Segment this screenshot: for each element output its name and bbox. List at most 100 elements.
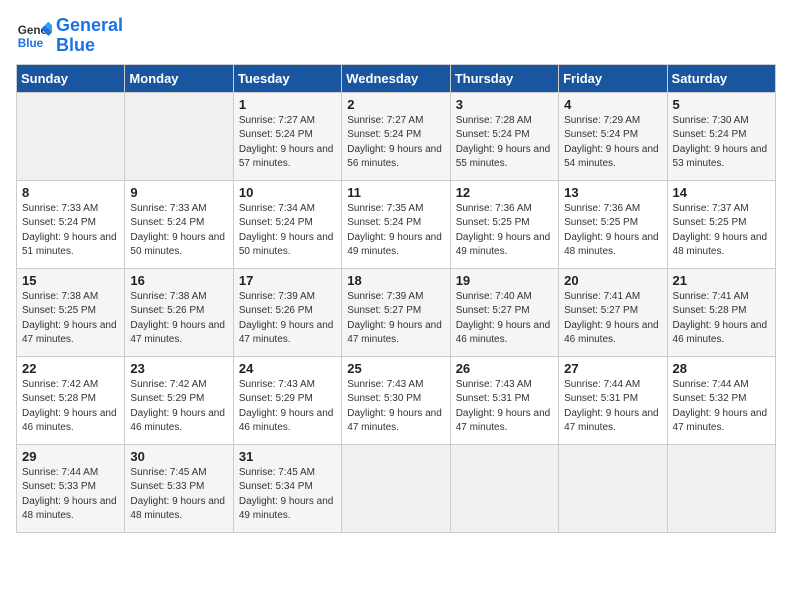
calendar-week-4: 22 Sunrise: 7:42 AMSunset: 5:28 PMDayligh… — [17, 356, 776, 444]
calendar-cell: 26 Sunrise: 7:43 AMSunset: 5:31 PMDayligh… — [450, 356, 558, 444]
calendar-cell: 9 Sunrise: 7:33 AMSunset: 5:24 PMDaylight… — [125, 180, 233, 268]
calendar-cell: 5 Sunrise: 7:30 AMSunset: 5:24 PMDaylight… — [667, 92, 775, 180]
calendar-cell: 4 Sunrise: 7:29 AMSunset: 5:24 PMDaylight… — [559, 92, 667, 180]
day-number: 11 — [347, 185, 444, 200]
day-info: Sunrise: 7:33 AMSunset: 5:24 PMDaylight:… — [130, 202, 227, 260]
calendar-week-1: 1 Sunrise: 7:27 AMSunset: 5:24 PMDaylight… — [17, 92, 776, 180]
day-info: Sunrise: 7:41 AMSunset: 5:27 PMDaylight:… — [564, 290, 661, 348]
calendar-cell: 2 Sunrise: 7:27 AMSunset: 5:24 PMDaylight… — [342, 92, 450, 180]
day-number: 29 — [22, 449, 119, 464]
day-number: 22 — [22, 361, 119, 376]
day-number: 17 — [239, 273, 336, 288]
day-number: 2 — [347, 97, 444, 112]
calendar-cell — [667, 444, 775, 532]
day-number: 31 — [239, 449, 336, 464]
col-header-saturday: Saturday — [667, 64, 775, 92]
day-info: Sunrise: 7:28 AMSunset: 5:24 PMDaylight:… — [456, 114, 553, 172]
calendar-cell: 21 Sunrise: 7:41 AMSunset: 5:28 PMDayligh… — [667, 268, 775, 356]
calendar-cell — [17, 92, 125, 180]
calendar-cell: 22 Sunrise: 7:42 AMSunset: 5:28 PMDayligh… — [17, 356, 125, 444]
day-number: 8 — [22, 185, 119, 200]
calendar-cell: 3 Sunrise: 7:28 AMSunset: 5:24 PMDaylight… — [450, 92, 558, 180]
day-number: 20 — [564, 273, 661, 288]
calendar-cell: 27 Sunrise: 7:44 AMSunset: 5:31 PMDayligh… — [559, 356, 667, 444]
day-number: 13 — [564, 185, 661, 200]
day-number: 28 — [673, 361, 770, 376]
calendar-cell: 8 Sunrise: 7:33 AMSunset: 5:24 PMDaylight… — [17, 180, 125, 268]
day-info: Sunrise: 7:37 AMSunset: 5:25 PMDaylight:… — [673, 202, 770, 260]
calendar-cell: 28Sunrise: 7:44 AMSunset: 5:32 PMDayligh… — [667, 356, 775, 444]
calendar-cell: 19 Sunrise: 7:40 AMSunset: 5:27 PMDayligh… — [450, 268, 558, 356]
calendar-cell: 23 Sunrise: 7:42 AMSunset: 5:29 PMDayligh… — [125, 356, 233, 444]
calendar-table: SundayMondayTuesdayWednesdayThursdayFrid… — [16, 64, 776, 533]
day-info: Sunrise: 7:43 AMSunset: 5:31 PMDaylight:… — [456, 378, 553, 436]
day-info: Sunrise: 7:39 AMSunset: 5:26 PMDaylight:… — [239, 290, 336, 348]
day-info: Sunrise: 7:40 AMSunset: 5:27 PMDaylight:… — [456, 290, 553, 348]
day-info: Sunrise: 7:38 AMSunset: 5:25 PMDaylight:… — [22, 290, 119, 348]
day-number: 16 — [130, 273, 227, 288]
day-info: Sunrise: 7:45 AMSunset: 5:33 PMDaylight:… — [130, 466, 227, 524]
logo-text: GeneralBlue — [56, 16, 123, 56]
calendar-cell: 24Sunrise: 7:43 AMSunset: 5:29 PMDayligh… — [233, 356, 341, 444]
calendar-week-3: 15Sunrise: 7:38 AMSunset: 5:25 PMDayligh… — [17, 268, 776, 356]
calendar-cell: 1 Sunrise: 7:27 AMSunset: 5:24 PMDaylight… — [233, 92, 341, 180]
calendar-cell — [125, 92, 233, 180]
logo: General Blue GeneralBlue — [16, 16, 123, 56]
day-info: Sunrise: 7:33 AMSunset: 5:24 PMDaylight:… — [22, 202, 119, 260]
calendar-cell — [450, 444, 558, 532]
day-number: 19 — [456, 273, 553, 288]
calendar-cell: 18Sunrise: 7:39 AMSunset: 5:27 PMDayligh… — [342, 268, 450, 356]
day-info: Sunrise: 7:34 AMSunset: 5:24 PMDaylight:… — [239, 202, 336, 260]
day-info: Sunrise: 7:38 AMSunset: 5:26 PMDaylight:… — [130, 290, 227, 348]
col-header-thursday: Thursday — [450, 64, 558, 92]
day-number: 5 — [673, 97, 770, 112]
col-header-monday: Monday — [125, 64, 233, 92]
col-header-tuesday: Tuesday — [233, 64, 341, 92]
day-info: Sunrise: 7:44 AMSunset: 5:31 PMDaylight:… — [564, 378, 661, 436]
day-number: 26 — [456, 361, 553, 376]
calendar-cell: 14 Sunrise: 7:37 AMSunset: 5:25 PMDayligh… — [667, 180, 775, 268]
calendar-cell: 25 Sunrise: 7:43 AMSunset: 5:30 PMDayligh… — [342, 356, 450, 444]
calendar-cell: 31Sunrise: 7:45 AMSunset: 5:34 PMDayligh… — [233, 444, 341, 532]
day-info: Sunrise: 7:44 AMSunset: 5:33 PMDaylight:… — [22, 466, 119, 524]
header: General Blue GeneralBlue — [16, 16, 776, 56]
day-number: 18 — [347, 273, 444, 288]
day-info: Sunrise: 7:29 AMSunset: 5:24 PMDaylight:… — [564, 114, 661, 172]
day-info: Sunrise: 7:27 AMSunset: 5:24 PMDaylight:… — [347, 114, 444, 172]
svg-text:Blue: Blue — [18, 37, 44, 50]
day-info: Sunrise: 7:42 AMSunset: 5:29 PMDaylight:… — [130, 378, 227, 436]
calendar-cell: 12 Sunrise: 7:36 AMSunset: 5:25 PMDayligh… — [450, 180, 558, 268]
calendar-cell: 16 Sunrise: 7:38 AMSunset: 5:26 PMDayligh… — [125, 268, 233, 356]
calendar-cell: 13Sunrise: 7:36 AMSunset: 5:25 PMDayligh… — [559, 180, 667, 268]
calendar-cell — [342, 444, 450, 532]
day-number: 25 — [347, 361, 444, 376]
calendar-header: SundayMondayTuesdayWednesdayThursdayFrid… — [17, 64, 776, 92]
day-number: 21 — [673, 273, 770, 288]
day-number: 24 — [239, 361, 336, 376]
day-number: 9 — [130, 185, 227, 200]
calendar-cell: 29 Sunrise: 7:44 AMSunset: 5:33 PMDayligh… — [17, 444, 125, 532]
day-info: Sunrise: 7:27 AMSunset: 5:24 PMDaylight:… — [239, 114, 336, 172]
day-info: Sunrise: 7:43 AMSunset: 5:30 PMDaylight:… — [347, 378, 444, 436]
day-number: 4 — [564, 97, 661, 112]
calendar-cell: 15Sunrise: 7:38 AMSunset: 5:25 PMDayligh… — [17, 268, 125, 356]
day-number: 12 — [456, 185, 553, 200]
calendar-cell: 30 Sunrise: 7:45 AMSunset: 5:33 PMDayligh… — [125, 444, 233, 532]
day-number: 10 — [239, 185, 336, 200]
day-number: 14 — [673, 185, 770, 200]
col-header-sunday: Sunday — [17, 64, 125, 92]
day-info: Sunrise: 7:41 AMSunset: 5:28 PMDaylight:… — [673, 290, 770, 348]
day-number: 23 — [130, 361, 227, 376]
day-info: Sunrise: 7:42 AMSunset: 5:28 PMDaylight:… — [22, 378, 119, 436]
day-number: 3 — [456, 97, 553, 112]
col-header-friday: Friday — [559, 64, 667, 92]
day-number: 1 — [239, 97, 336, 112]
calendar-cell: 17 Sunrise: 7:39 AMSunset: 5:26 PMDayligh… — [233, 268, 341, 356]
logo-icon: General Blue — [16, 18, 52, 54]
day-number: 27 — [564, 361, 661, 376]
calendar-week-5: 29 Sunrise: 7:44 AMSunset: 5:33 PMDayligh… — [17, 444, 776, 532]
day-info: Sunrise: 7:35 AMSunset: 5:24 PMDaylight:… — [347, 202, 444, 260]
day-info: Sunrise: 7:30 AMSunset: 5:24 PMDaylight:… — [673, 114, 770, 172]
day-info: Sunrise: 7:36 AMSunset: 5:25 PMDaylight:… — [456, 202, 553, 260]
day-number: 30 — [130, 449, 227, 464]
